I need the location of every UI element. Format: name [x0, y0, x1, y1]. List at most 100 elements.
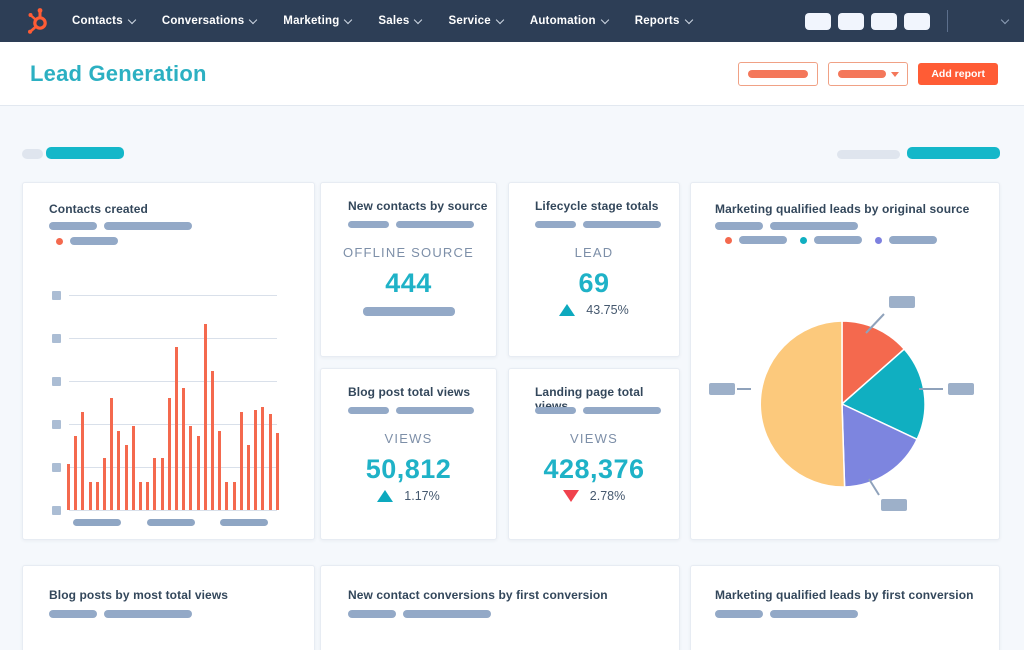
- filter-chip-active[interactable]: [907, 147, 1000, 159]
- placeholder-bar: [770, 222, 858, 230]
- bar: [139, 482, 143, 510]
- pie-label-placeholder: [881, 499, 907, 511]
- add-report-button[interactable]: Add report: [918, 63, 998, 85]
- placeholder-bar: [739, 236, 787, 244]
- nav-item-service[interactable]: Service: [448, 15, 505, 27]
- filter-chip[interactable]: [837, 150, 900, 159]
- bar: [74, 436, 78, 510]
- bar: [117, 431, 121, 510]
- legend-dot-icon: [875, 236, 882, 244]
- y-tick-placeholder: [52, 420, 61, 429]
- pie-chart: [759, 320, 926, 488]
- dashboard-dropdown-button[interactable]: [828, 62, 909, 86]
- nav-item-label: Service: [448, 15, 491, 27]
- placeholder-bar: [396, 221, 474, 228]
- nav-item-label: Sales: [378, 15, 410, 27]
- metric-value: 50,812: [365, 454, 452, 484]
- gridline: [69, 510, 277, 511]
- placeholder-bar: [715, 610, 763, 618]
- card-title: New contact conversions by first convers…: [348, 588, 608, 602]
- subtitle-placeholder: [49, 610, 192, 618]
- card-title: Marketing qualified leads by first conve…: [715, 588, 974, 602]
- bar: [254, 410, 258, 510]
- legend-dot-icon: [800, 236, 807, 244]
- filter-chip[interactable]: [22, 149, 43, 159]
- metric-value: 444: [385, 268, 432, 298]
- nav-item-label: Contacts: [72, 15, 123, 27]
- placeholder-bar: [49, 610, 97, 618]
- card-title: New contacts by source: [348, 199, 488, 213]
- chevron-down-icon: [344, 15, 353, 24]
- subtitle-placeholder: [535, 221, 661, 228]
- bar: [261, 407, 265, 510]
- y-tick-placeholder: [52, 463, 61, 472]
- bar: [167, 398, 171, 510]
- nav-action-icon[interactable]: [871, 12, 897, 30]
- subtitle-placeholder: [348, 221, 474, 228]
- header-actions: Add report: [738, 42, 998, 106]
- nav-action-icon[interactable]: [805, 12, 831, 30]
- placeholder-bar: [362, 307, 455, 316]
- chart-legend: [56, 237, 118, 245]
- subtitle-placeholder: [49, 222, 192, 230]
- bar: [110, 398, 114, 510]
- dashboard-actions-button[interactable]: [738, 62, 819, 86]
- delta-up-icon: [559, 304, 576, 316]
- gridline: [69, 295, 277, 296]
- nav-item-marketing[interactable]: Marketing: [283, 15, 353, 27]
- card-blog-posts-by-most-total-views: Blog posts by most total views: [22, 565, 315, 650]
- bar: [160, 458, 164, 510]
- nav-item-automation[interactable]: Automation: [530, 15, 609, 27]
- placeholder-bar: [889, 236, 937, 244]
- bar: [196, 436, 200, 510]
- pie-label-placeholder: [889, 296, 915, 308]
- subtitle-placeholder: [715, 222, 858, 230]
- bar: [225, 482, 229, 510]
- card-new-contact-conversions: New contact conversions by first convers…: [320, 565, 680, 650]
- bar: [232, 482, 236, 510]
- card-mql-by-original-source: Marketing qualified leads by original so…: [690, 182, 1000, 540]
- user-menu[interactable]: [962, 8, 1010, 34]
- metric-label: OFFLINE SOURCE: [343, 245, 474, 260]
- placeholder-bar: [70, 237, 118, 245]
- delta-value: 2.78%: [589, 489, 626, 503]
- placeholder-bar: [104, 610, 192, 618]
- metric-value: 69: [578, 268, 610, 298]
- card-title: Blog posts by most total views: [49, 588, 229, 602]
- filter-chip-active[interactable]: [46, 147, 124, 159]
- card-title: Marketing qualified leads by original so…: [715, 202, 970, 216]
- legend-dot-icon: [725, 236, 732, 244]
- nav-action-icon[interactable]: [904, 12, 930, 30]
- subtitle-placeholder: [535, 407, 661, 414]
- placeholder-bar: [396, 407, 474, 414]
- nav-menu: Contacts Conversations Marketing Sales S…: [72, 15, 693, 27]
- placeholder-bar: [348, 610, 396, 618]
- bar: [95, 482, 99, 510]
- nav-item-label: Conversations: [161, 15, 245, 27]
- card-contacts-created: Contacts created: [22, 182, 315, 540]
- page-header: Lead Generation Add report: [0, 42, 1024, 106]
- pie-label-placeholder: [709, 383, 735, 395]
- bar: [275, 433, 279, 510]
- nav-item-conversations[interactable]: Conversations: [161, 15, 258, 27]
- subtitle-placeholder: [348, 610, 491, 618]
- card-new-contacts-by-source: New contacts by source OFFLINE SOURCE 44…: [320, 182, 497, 357]
- chevron-down-icon: [684, 15, 693, 24]
- caret-down-icon: [890, 71, 899, 77]
- bar: [153, 458, 157, 510]
- redacted-button-label: [748, 70, 809, 78]
- bar: [189, 426, 193, 510]
- hubspot-logo-icon[interactable]: [24, 6, 54, 36]
- card-landing-page-total-views: Landing page total views VIEWS 428,376 2…: [508, 368, 680, 540]
- delta-up-icon: [377, 490, 394, 502]
- bar: [218, 431, 222, 510]
- x-label-placeholder: [147, 519, 195, 526]
- nav-item-contacts[interactable]: Contacts: [72, 15, 137, 27]
- contacts-created-bars: [67, 320, 279, 510]
- nav-item-sales[interactable]: Sales: [378, 15, 423, 27]
- placeholder-bar: [583, 407, 661, 414]
- placeholder-bar: [348, 221, 389, 228]
- nav-action-icon[interactable]: [838, 12, 864, 30]
- nav-item-reports[interactable]: Reports: [635, 15, 693, 27]
- placeholder-bar: [770, 610, 858, 618]
